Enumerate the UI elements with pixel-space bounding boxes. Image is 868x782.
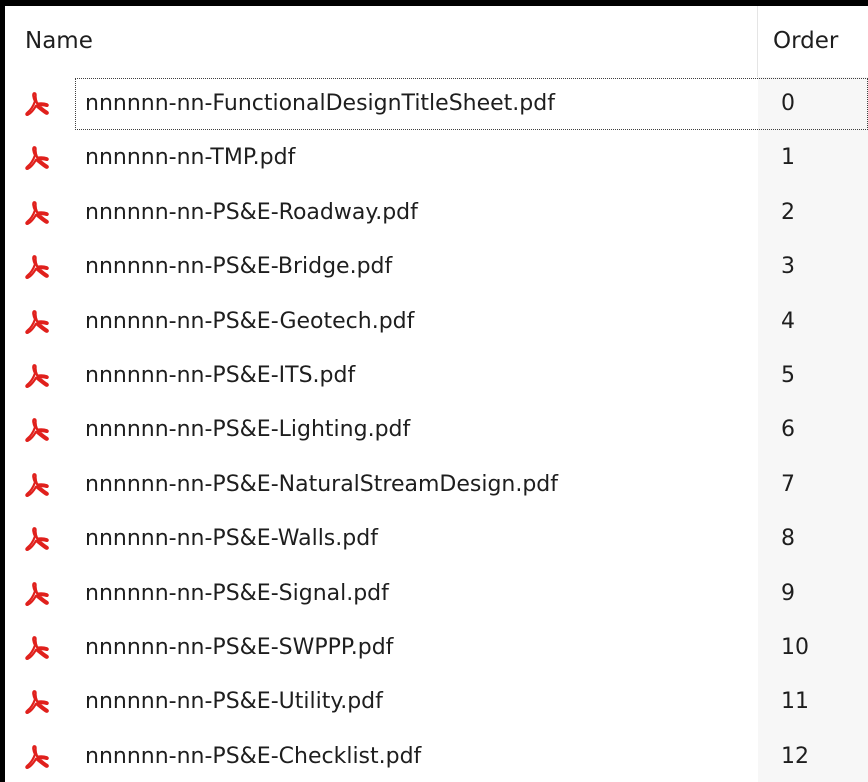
file-row[interactable]: nnnnnn-nn-PS&E-SWPPP.pdf 10 xyxy=(5,620,868,676)
file-name[interactable]: nnnnnn-nn-PS&E-Bridge.pdf xyxy=(85,240,392,294)
order-column-background xyxy=(758,403,868,458)
file-name[interactable]: nnnnnn-nn-PS&E-SWPPP.pdf xyxy=(85,621,393,675)
order-column-background xyxy=(758,729,868,782)
pdf-file-icon xyxy=(25,255,49,280)
file-order: 4 xyxy=(781,308,795,334)
column-header-name[interactable]: Name xyxy=(25,6,93,77)
column-header: Name Order xyxy=(5,6,868,77)
file-row[interactable]: nnnnnn-nn-PS&E-Roadway.pdf 2 xyxy=(5,185,868,241)
order-column-background xyxy=(758,457,868,513)
pdf-file-icon xyxy=(25,472,49,497)
file-name[interactable]: nnnnnn-nn-PS&E-Geotech.pdf xyxy=(85,295,414,349)
file-order: 12 xyxy=(781,743,809,769)
file-order: 3 xyxy=(781,254,795,280)
file-row[interactable]: nnnnnn-nn-PS&E-Signal.pdf 9 xyxy=(5,566,868,621)
order-column-background xyxy=(758,294,868,349)
pdf-file-icon xyxy=(25,581,49,606)
file-name[interactable]: nnnnnn-nn-PS&E-Signal.pdf xyxy=(85,567,389,621)
file-name[interactable]: nnnnnn-nn-PS&E-NaturalStreamDesign.pdf xyxy=(85,458,558,512)
order-column-background xyxy=(758,620,868,676)
pdf-file-icon xyxy=(25,200,49,225)
order-column-background xyxy=(758,675,868,730)
file-order: 9 xyxy=(781,580,795,606)
file-order: 6 xyxy=(781,417,795,443)
file-order: 2 xyxy=(781,199,795,225)
pdf-file-icon xyxy=(25,635,49,660)
file-row[interactable]: nnnnnn-nn-PS&E-Checklist.pdf 12 xyxy=(5,729,868,782)
order-column-background xyxy=(758,566,868,621)
column-header-order[interactable]: Order xyxy=(773,6,838,77)
file-order: 11 xyxy=(781,689,809,715)
file-row[interactable]: nnnnnn-nn-PS&E-ITS.pdf 5 xyxy=(5,348,868,404)
file-row[interactable]: nnnnnn-nn-PS&E-NaturalStreamDesign.pdf 7 xyxy=(5,457,868,513)
file-row[interactable]: nnnnnn-nn-FunctionalDesignTitleSheet.pdf… xyxy=(5,77,868,132)
pdf-file-icon xyxy=(25,92,49,117)
pdf-file-icon xyxy=(25,364,49,388)
file-rows: nnnnnn-nn-FunctionalDesignTitleSheet.pdf… xyxy=(5,77,868,782)
column-divider[interactable] xyxy=(757,6,758,77)
file-name[interactable]: nnnnnn-nn-PS&E-Walls.pdf xyxy=(85,512,378,566)
pdf-file-icon xyxy=(25,527,49,552)
file-name[interactable]: nnnnnn-nn-PS&E-Utility.pdf xyxy=(85,675,383,729)
order-column-background xyxy=(758,185,868,241)
order-column-background xyxy=(758,131,868,186)
file-order: 1 xyxy=(781,145,795,171)
file-name[interactable]: nnnnnn-nn-PS&E-Roadway.pdf xyxy=(85,186,418,240)
file-order: 10 xyxy=(781,634,809,660)
file-name[interactable]: nnnnnn-nn-PS&E-Checklist.pdf xyxy=(85,730,421,782)
pdf-file-icon xyxy=(25,418,49,443)
file-name[interactable]: nnnnnn-nn-PS&E-Lighting.pdf xyxy=(85,403,410,457)
file-row[interactable]: nnnnnn-nn-TMP.pdf 1 xyxy=(5,131,868,186)
file-name[interactable]: nnnnnn-nn-TMP.pdf xyxy=(85,131,295,185)
pdf-file-icon xyxy=(25,744,49,769)
file-list-view: Name Order nnnnnn-nn-FunctionalDesignTit… xyxy=(5,6,868,782)
file-order: 7 xyxy=(781,471,795,497)
pdf-file-icon xyxy=(25,146,49,171)
order-column-background xyxy=(758,348,868,404)
pdf-file-icon xyxy=(25,309,49,334)
focus-rectangle xyxy=(75,78,868,130)
file-row[interactable]: nnnnnn-nn-PS&E-Geotech.pdf 4 xyxy=(5,294,868,349)
pdf-file-icon xyxy=(25,690,49,715)
file-name[interactable]: nnnnnn-nn-PS&E-ITS.pdf xyxy=(85,349,355,403)
file-row[interactable]: nnnnnn-nn-PS&E-Utility.pdf 11 xyxy=(5,675,868,730)
order-column-background xyxy=(758,240,868,295)
file-order: 8 xyxy=(781,526,795,552)
file-row[interactable]: nnnnnn-nn-PS&E-Lighting.pdf 6 xyxy=(5,403,868,458)
file-row[interactable]: nnnnnn-nn-PS&E-Bridge.pdf 3 xyxy=(5,240,868,295)
file-row[interactable]: nnnnnn-nn-PS&E-Walls.pdf 8 xyxy=(5,512,868,567)
order-column-background xyxy=(758,512,868,567)
file-order: 5 xyxy=(781,362,795,388)
